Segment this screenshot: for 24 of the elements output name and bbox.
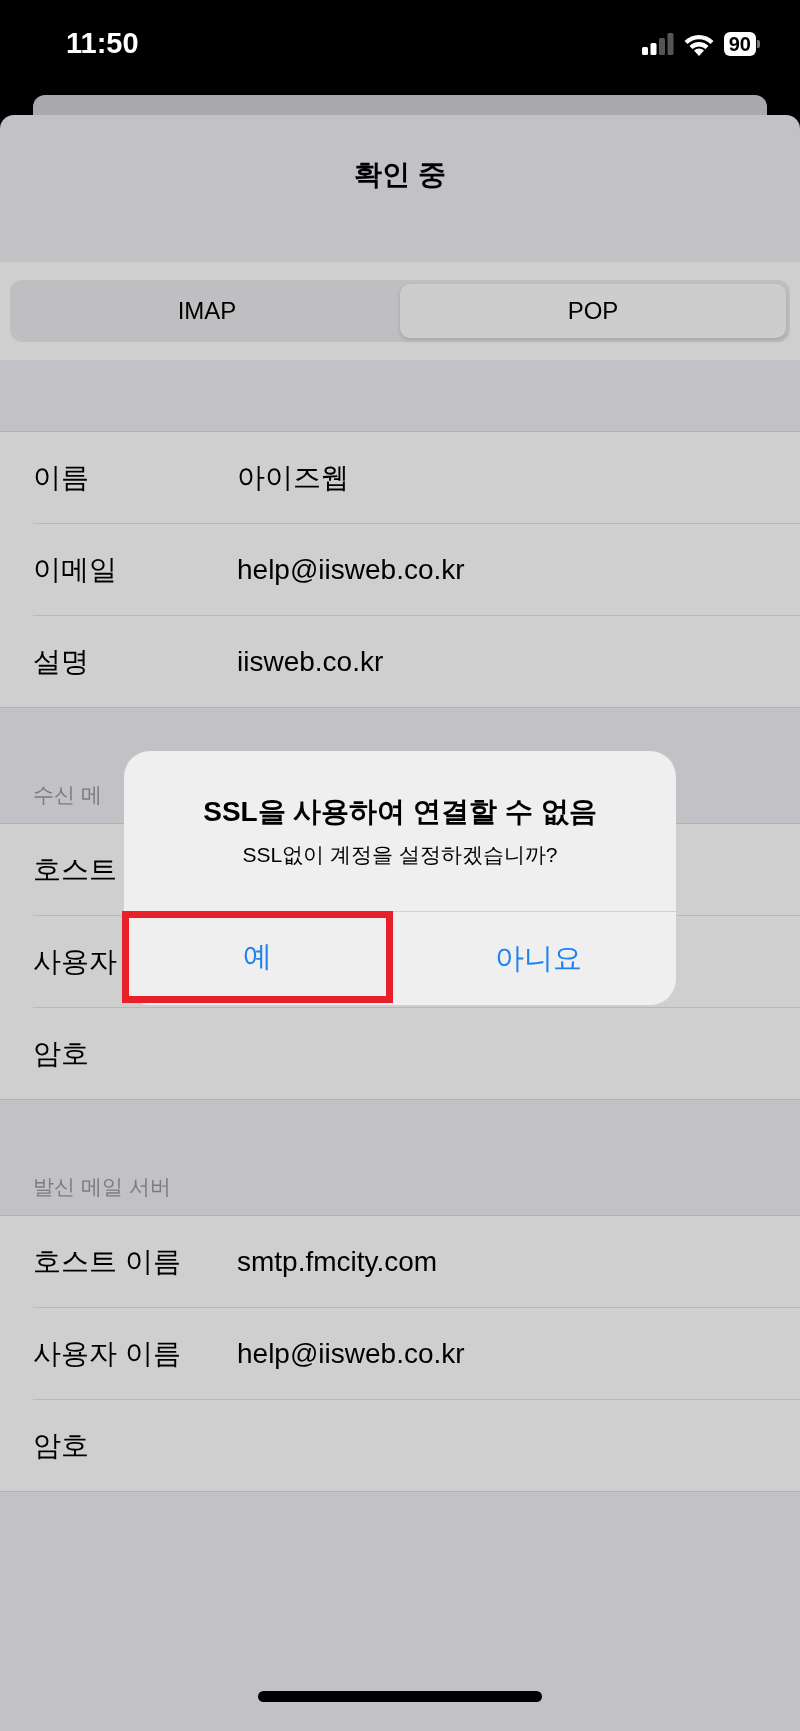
field-label: 설명 <box>33 644 90 679</box>
signal-icon <box>641 32 674 55</box>
field-value[interactable]: iisweb.co.kr <box>237 645 384 678</box>
field-label: 사용자 이름 <box>33 1336 182 1371</box>
segment-tab[interactable]: IMAP <box>14 284 400 338</box>
field-value[interactable]: smtp.fmcity.com <box>237 1245 438 1278</box>
field-label: 암호 <box>33 1428 90 1463</box>
field-value[interactable]: help@iisweb.co.kr <box>237 1337 465 1370</box>
alert-message: SSL없이 계정을 설정하겠습니까? <box>242 842 558 868</box>
field-label: 암호 <box>33 1036 90 1071</box>
status-time: 11:50 <box>66 27 139 61</box>
field-label: 호스트 이름 <box>33 1244 182 1279</box>
field-value[interactable]: help@iisweb.co.kr <box>237 553 465 586</box>
section-header: 수신 메 <box>33 782 102 808</box>
field-label: 이메일 <box>33 552 118 587</box>
section-header: 발신 메일 서버 <box>33 1174 171 1200</box>
field-label: 사용자 <box>33 944 118 979</box>
field-label: 이름 <box>33 460 90 495</box>
sheet-title: 확인 중 <box>353 157 447 192</box>
alert-title: SSL을 사용하여 연결할 수 없음 <box>203 795 597 829</box>
battery-level: 90 <box>723 31 756 56</box>
field-label: 호스트 <box>33 852 118 887</box>
field-value[interactable]: 아이즈웹 <box>237 458 349 497</box>
segment-tab[interactable]: POP <box>400 284 786 338</box>
